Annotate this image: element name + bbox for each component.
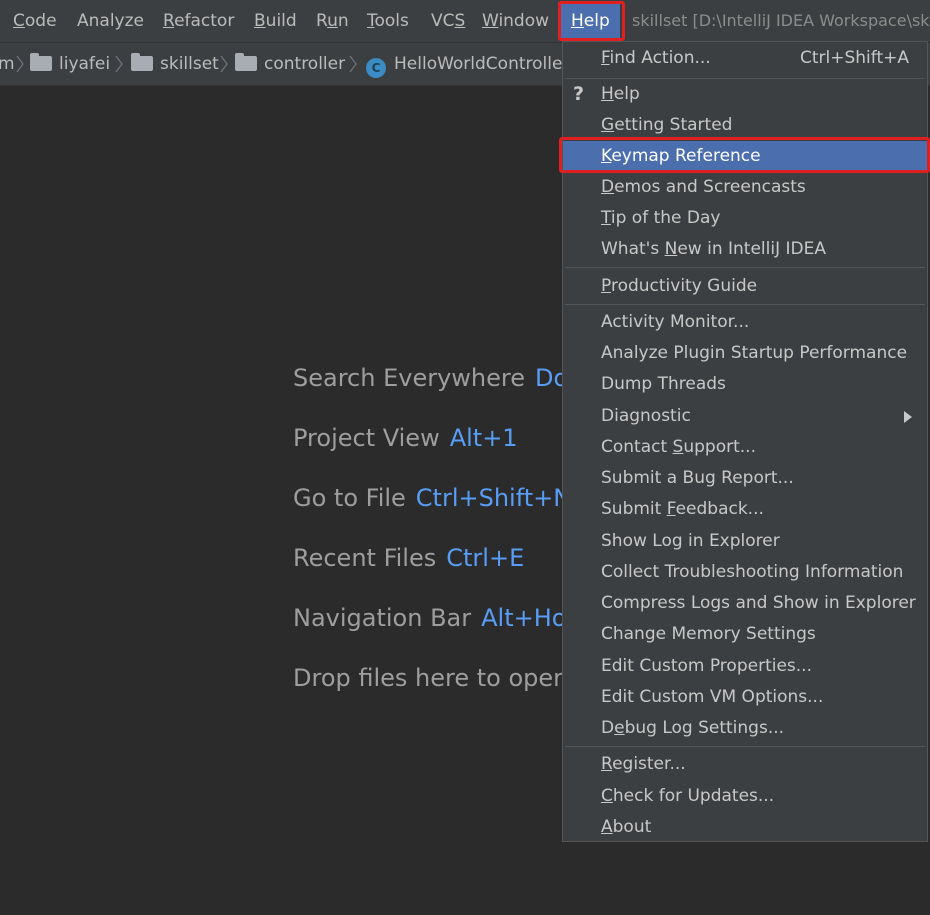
breadcrumb-item-liyafei[interactable]: liyafei bbox=[30, 43, 110, 85]
chevron-right-icon bbox=[115, 55, 123, 73]
window-title: skillset [D:\IntelliJ IDEA Workspace\sk bbox=[632, 11, 930, 30]
menu-item-productivity-guide[interactable]: Productivity Guide bbox=[563, 271, 927, 302]
menu-item-submit-feedback[interactable]: Submit Feedback... bbox=[563, 494, 927, 525]
menu-item-debug-log-settings[interactable]: Debug Log Settings... bbox=[563, 713, 927, 744]
menu-item-about[interactable]: About bbox=[563, 812, 927, 841]
menu-run[interactable]: Run bbox=[316, 8, 349, 34]
main-menu-bar: Code Analyze Refactor Build Run Tools VC… bbox=[0, 0, 930, 43]
menu-item-collect-troubleshooting[interactable]: Collect Troubleshooting Information bbox=[563, 557, 927, 588]
menu-item-compress-logs[interactable]: Compress Logs and Show in Explorer bbox=[563, 588, 927, 619]
chevron-right-icon bbox=[349, 55, 357, 73]
menu-item-contact-support[interactable]: Contact Support... bbox=[563, 432, 927, 463]
question-mark-icon: ? bbox=[573, 83, 585, 105]
menu-window[interactable]: Window bbox=[482, 8, 549, 34]
class-icon: C bbox=[366, 58, 386, 78]
menu-separator bbox=[565, 746, 925, 747]
chevron-right-icon bbox=[16, 55, 24, 73]
chevron-right-icon bbox=[220, 55, 228, 73]
hint-drop-files: Drop files here to oper bbox=[293, 664, 564, 692]
folder-icon bbox=[30, 53, 52, 71]
menu-item-edit-custom-properties[interactable]: Edit Custom Properties... bbox=[563, 651, 927, 682]
menu-analyze[interactable]: Analyze bbox=[77, 8, 144, 34]
menu-item-demos-and-screencasts[interactable]: Demos and Screencasts bbox=[563, 172, 927, 203]
menu-vcs[interactable]: VCS bbox=[431, 8, 465, 34]
breadcrumb-item-class[interactable]: C HelloWorldControlle bbox=[366, 43, 562, 85]
menu-item-diagnostic[interactable]: Diagnostic bbox=[563, 401, 927, 432]
hint-project-view: Project View Alt+1 bbox=[293, 424, 518, 452]
menu-item-keymap-reference[interactable]: Keymap Reference bbox=[563, 141, 927, 172]
menu-item-show-log[interactable]: Show Log in Explorer bbox=[563, 526, 927, 557]
breadcrumb-item-skillset[interactable]: skillset bbox=[131, 43, 219, 85]
menu-separator bbox=[565, 304, 925, 305]
menu-item-check-for-updates[interactable]: Check for Updates... bbox=[563, 781, 927, 812]
breadcrumb-item-root[interactable]: m bbox=[0, 43, 15, 85]
folder-icon bbox=[235, 53, 257, 71]
submenu-arrow-icon bbox=[904, 411, 912, 423]
menu-item-whats-new[interactable]: What's New in IntelliJ IDEA bbox=[563, 234, 927, 265]
menu-code[interactable]: Code bbox=[13, 8, 57, 34]
help-dropdown-menu: Find Action... Ctrl+Shift+A ? Help Gettin… bbox=[562, 41, 928, 842]
menu-item-getting-started[interactable]: Getting Started bbox=[563, 110, 927, 141]
menu-item-tip-of-the-day[interactable]: Tip of the Day bbox=[563, 203, 927, 234]
menu-item-change-memory-settings[interactable]: Change Memory Settings bbox=[563, 619, 927, 650]
menu-item-register[interactable]: Register... bbox=[563, 749, 927, 780]
menu-item-find-action[interactable]: Find Action... Ctrl+Shift+A bbox=[563, 43, 927, 74]
menu-item-dump-threads[interactable]: Dump Threads bbox=[563, 369, 927, 400]
menu-build[interactable]: Build bbox=[254, 8, 297, 34]
menu-item-submit-bug-report[interactable]: Submit a Bug Report... bbox=[563, 463, 927, 494]
menu-refactor[interactable]: Refactor bbox=[163, 8, 234, 34]
hint-navigation-bar: Navigation Bar Alt+Ho bbox=[293, 604, 567, 632]
hint-go-to-file: Go to File Ctrl+Shift+N bbox=[293, 484, 572, 512]
menu-item-analyze-plugin-startup[interactable]: Analyze Plugin Startup Performance bbox=[563, 338, 927, 369]
menu-help[interactable]: Help bbox=[561, 4, 620, 38]
menu-item-edit-custom-vm-options[interactable]: Edit Custom VM Options... bbox=[563, 682, 927, 713]
menu-tools[interactable]: Tools bbox=[367, 8, 409, 34]
menu-separator bbox=[565, 267, 925, 268]
folder-icon bbox=[131, 53, 153, 71]
menu-item-activity-monitor[interactable]: Activity Monitor... bbox=[563, 307, 927, 338]
breadcrumb-item-controller[interactable]: controller bbox=[235, 43, 345, 85]
hint-search-everywhere: Search Everywhere Do bbox=[293, 364, 569, 392]
menu-item-help[interactable]: ? Help bbox=[563, 79, 927, 110]
hint-recent-files: Recent Files Ctrl+E bbox=[293, 544, 525, 572]
